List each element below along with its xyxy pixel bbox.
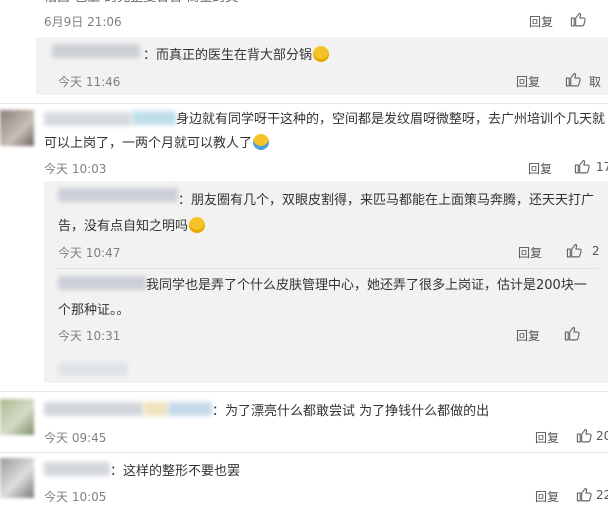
reply-button[interactable]: 回复 bbox=[518, 244, 542, 261]
like-button[interactable] bbox=[574, 158, 591, 175]
sub-reply-text-content: 告，没有点自知之明吗 bbox=[58, 219, 189, 234]
sub-reply-text: 我同学也是弄了个什么皮肤管理中心，她还弄了很多上岗证，估计是200块一 bbox=[146, 278, 587, 293]
comment-text-content: 可以上岗了，一两个月就可以教人了 bbox=[44, 136, 253, 151]
comment-timestamp: 今天 10:47 bbox=[58, 246, 121, 260]
laugh-cry-emoji-icon bbox=[189, 217, 206, 233]
like-button[interactable] bbox=[565, 71, 582, 88]
username-blurred[interactable] bbox=[44, 402, 144, 416]
like-count: 22 bbox=[596, 488, 608, 502]
username-blurred[interactable] bbox=[44, 112, 132, 126]
like-count: 17 bbox=[596, 160, 608, 174]
sub-reply-text: 个那种证。。 bbox=[58, 303, 130, 318]
avatar[interactable] bbox=[0, 110, 34, 146]
comment-text-partial: 恬昌 包上 的完整复合否 商量的美 bbox=[44, 0, 238, 8]
comment-text: ：这样的整形不要也罢 bbox=[110, 464, 241, 479]
thumbs-up-icon bbox=[570, 12, 586, 27]
like-button[interactable] bbox=[566, 242, 583, 259]
divider bbox=[0, 452, 608, 453]
reply-button[interactable]: 回复 bbox=[528, 160, 552, 177]
username-blurred[interactable] bbox=[58, 188, 178, 202]
thumbs-up-icon bbox=[576, 487, 592, 502]
like-button[interactable] bbox=[570, 11, 587, 28]
thumbs-up-icon bbox=[574, 159, 590, 174]
sub-reply-text: ：朋友圈有几个，双眼皮割得，来匹马都能在上面策马奔腾，还天天打广 bbox=[178, 193, 595, 208]
reply-button[interactable]: 回复 bbox=[516, 327, 540, 344]
reply-button[interactable]: 回复 bbox=[529, 13, 553, 30]
like-button[interactable] bbox=[576, 427, 593, 444]
username-blurred[interactable] bbox=[58, 276, 146, 290]
divider bbox=[0, 391, 608, 392]
reply-button[interactable]: 回复 bbox=[535, 488, 559, 505]
username-blurred[interactable] bbox=[168, 402, 212, 416]
comment-timestamp: 今天 10:03 bbox=[44, 162, 107, 176]
comment-text: ：为了漂亮什么都敢尝试 为了挣钱什么都做的出 bbox=[212, 404, 490, 419]
divider bbox=[58, 268, 598, 269]
like-count: 2 bbox=[592, 244, 600, 258]
avatar[interactable] bbox=[0, 458, 34, 498]
like-button[interactable] bbox=[576, 486, 593, 503]
reply-button[interactable]: 回复 bbox=[535, 429, 559, 446]
avatar[interactable] bbox=[0, 399, 34, 435]
laugh-cry-emoji-icon bbox=[313, 46, 330, 62]
username-blurred[interactable] bbox=[132, 111, 176, 125]
comment-text: 身边就有同学呀干这种的，空间都是发纹眉呀微整呀，去广州培训个几天就 bbox=[176, 112, 606, 127]
thumbs-up-icon bbox=[564, 326, 580, 341]
thumbs-up-icon bbox=[566, 243, 582, 258]
username-blurred[interactable] bbox=[52, 44, 140, 58]
more-text: 取 bbox=[589, 75, 602, 89]
username-blurred[interactable] bbox=[44, 462, 110, 476]
comment-timestamp: 今天 10:31 bbox=[58, 329, 121, 343]
more-replies-link-blurred[interactable] bbox=[58, 362, 128, 376]
comment-timestamp: 6月9日 21:06 bbox=[44, 15, 122, 29]
username-blurred[interactable] bbox=[144, 402, 168, 416]
sub-reply-text: 告，没有点自知之明吗 bbox=[58, 217, 206, 237]
thumbs-up-icon bbox=[576, 428, 592, 443]
sub-reply-text: ：而真正的医生在背大部分锅 bbox=[143, 46, 330, 66]
like-count: 20 bbox=[596, 429, 608, 443]
thumbs-up-icon bbox=[565, 72, 581, 87]
smile-face-emoji-icon bbox=[253, 134, 270, 150]
reply-button[interactable]: 回复 bbox=[516, 73, 540, 90]
comment-timestamp: 今天 09:45 bbox=[44, 431, 107, 445]
divider bbox=[0, 103, 608, 104]
comment-text: 可以上岗了，一两个月就可以教人了 bbox=[44, 134, 270, 154]
sub-reply-text-content: ：而真正的医生在背大部分锅 bbox=[143, 48, 313, 63]
comment-timestamp: 今天 10:05 bbox=[44, 490, 107, 504]
comment-timestamp: 今天 11:46 bbox=[58, 75, 121, 89]
like-button[interactable] bbox=[564, 325, 581, 342]
